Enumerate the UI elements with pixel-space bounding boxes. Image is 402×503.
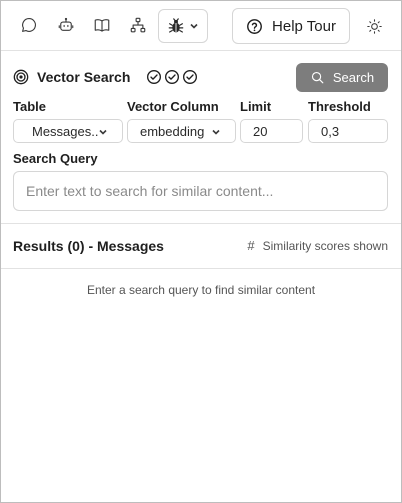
table-select-value: Messages.. xyxy=(32,123,99,139)
check-circle-icon xyxy=(165,70,180,84)
top-toolbar: Help Tour xyxy=(1,0,401,51)
results-divider xyxy=(1,268,401,269)
empty-state-message: Enter a search query to find similar con… xyxy=(86,283,316,297)
target-icon xyxy=(13,69,29,85)
search-query-input[interactable]: Enter text to search for similar content… xyxy=(13,171,388,211)
search-query-placeholder: Enter text to search for similar content… xyxy=(26,183,274,199)
debug-menu-button[interactable] xyxy=(158,9,208,43)
table-label: Table xyxy=(13,99,46,114)
results-title: Results (0) - Messages xyxy=(13,238,164,254)
chat-icon[interactable] xyxy=(18,14,40,36)
sitemap-icon[interactable] xyxy=(127,14,149,36)
help-tour-label: Help Tour xyxy=(272,17,336,35)
help-tour-button[interactable]: Help Tour xyxy=(232,8,350,44)
chevron-down-icon xyxy=(212,129,220,135)
bug-icon xyxy=(168,18,184,33)
vector-column-select[interactable]: embedding xyxy=(127,119,236,143)
limit-input[interactable]: 20 xyxy=(240,119,303,143)
question-circle-icon xyxy=(247,18,262,34)
limit-label: Limit xyxy=(240,99,272,114)
book-icon[interactable] xyxy=(91,14,113,36)
search-query-label: Search Query xyxy=(13,151,98,166)
search-button[interactable]: Search xyxy=(296,63,388,92)
vector-search-header: Vector Search xyxy=(13,66,198,88)
hash-icon: # xyxy=(247,238,255,253)
sun-icon[interactable] xyxy=(363,15,385,37)
threshold-input-value: 0,3 xyxy=(321,123,340,139)
section-divider xyxy=(1,223,401,224)
robot-icon[interactable] xyxy=(55,14,77,36)
chevron-down-icon xyxy=(99,129,107,135)
vector-search-title: Vector Search xyxy=(37,69,131,85)
search-button-label: Search xyxy=(332,70,375,85)
vector-column-label: Vector Column xyxy=(127,99,219,114)
check-circle-icon xyxy=(147,70,162,84)
threshold-label: Threshold xyxy=(308,99,371,114)
search-icon xyxy=(311,71,324,84)
table-select[interactable]: Messages.. xyxy=(13,119,123,143)
similarity-hint: # Similarity scores shown xyxy=(247,238,388,253)
chevron-down-icon xyxy=(190,23,198,29)
vector-column-select-value: embedding xyxy=(140,123,205,139)
threshold-input[interactable]: 0,3 xyxy=(308,119,388,143)
similarity-hint-text: Similarity scores shown xyxy=(262,238,388,253)
status-indicators xyxy=(146,69,198,85)
check-circle-icon xyxy=(183,70,198,84)
limit-input-value: 20 xyxy=(253,123,268,139)
